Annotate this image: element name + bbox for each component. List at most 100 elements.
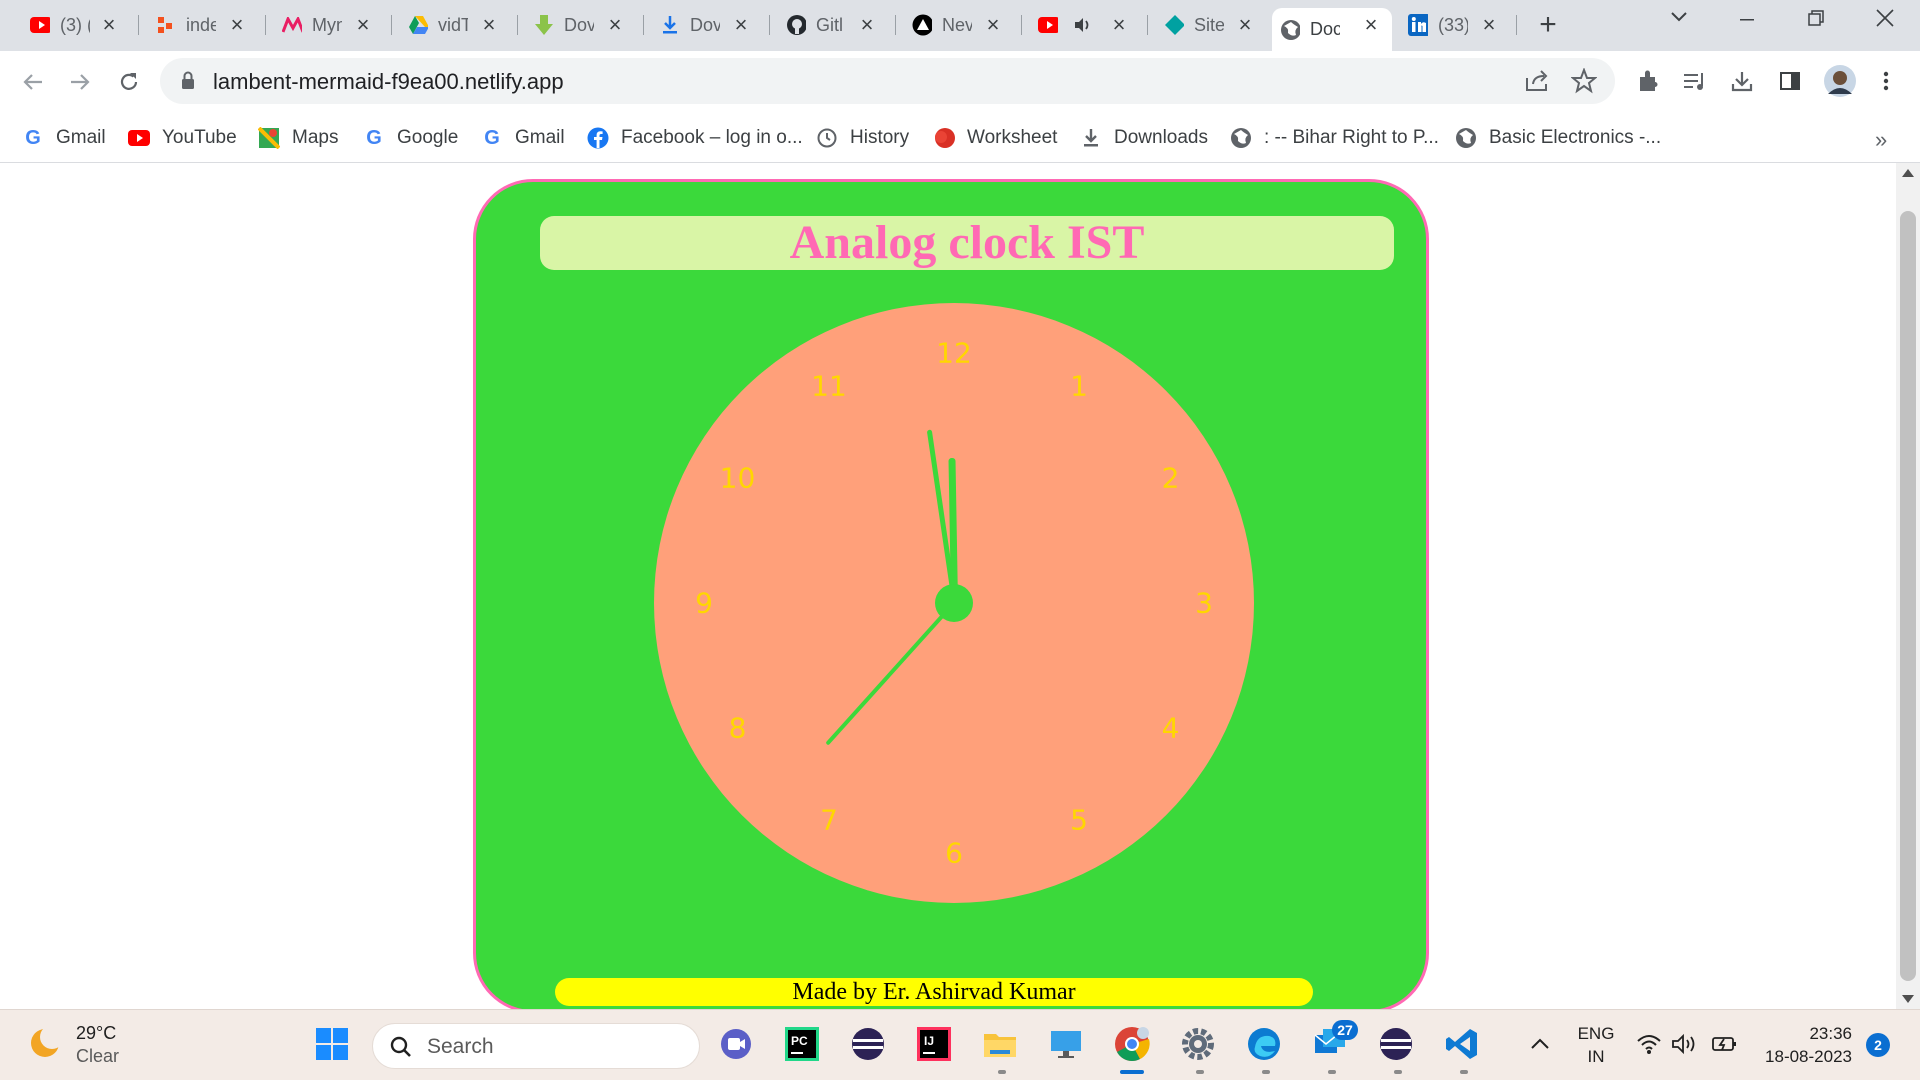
close-tab-icon[interactable]: ×: [730, 14, 752, 36]
language-label: ENG: [1577, 1024, 1615, 1043]
pycharm-icon[interactable]: PC: [782, 1024, 822, 1064]
scrollbar-thumb[interactable]: [1900, 211, 1916, 981]
share-icon[interactable]: [1524, 68, 1550, 94]
windows-start-icon[interactable]: [312, 1024, 352, 1064]
close-tab-icon[interactable]: ×: [1108, 14, 1130, 36]
bookmark-gmail-2[interactable]: G Gmail: [481, 123, 564, 153]
globe-icon: [1455, 127, 1477, 149]
menu-icon[interactable]: [1870, 65, 1902, 97]
tab-separator: [517, 15, 518, 35]
tab-search-icon[interactable]: [1664, 6, 1694, 29]
restore-button[interactable]: [1801, 8, 1831, 34]
mail-badge: 27: [1332, 1020, 1358, 1040]
close-tab-icon[interactable]: ×: [98, 14, 120, 36]
download-icon[interactable]: [1726, 65, 1758, 97]
bookmark-gmail[interactable]: G Gmail: [22, 123, 105, 153]
new-tab-button[interactable]: +: [1533, 10, 1563, 40]
intellij-icon[interactable]: IJ: [914, 1024, 954, 1064]
tab-separator: [769, 15, 770, 35]
bookmark-history[interactable]: History: [816, 123, 909, 153]
speaker-icon[interactable]: [1072, 15, 1092, 35]
back-button[interactable]: [16, 65, 50, 99]
chrome-icon[interactable]: [1112, 1024, 1152, 1064]
bookmark-worksheet[interactable]: Worksheet: [933, 123, 1057, 153]
forward-button[interactable]: [63, 65, 97, 99]
scroll-down-icon[interactable]: [1902, 995, 1914, 1003]
url-text[interactable]: lambent-mermaid-f9ea00.netlify.app: [213, 69, 564, 95]
file-explorer-icon[interactable]: [980, 1024, 1020, 1064]
star-icon[interactable]: [1570, 67, 1598, 94]
browser-tab[interactable]: (33) ×: [1400, 8, 1510, 42]
minimize-button[interactable]: [1732, 8, 1762, 34]
desktop-icon[interactable]: [1046, 1024, 1086, 1064]
chevron-up-icon[interactable]: [1520, 1024, 1560, 1064]
browser-tab[interactable]: Dov ×: [526, 8, 636, 42]
settings-icon[interactable]: [1178, 1024, 1218, 1064]
edge-icon[interactable]: [1244, 1024, 1284, 1064]
eclipse-icon[interactable]: [848, 1024, 888, 1064]
bookmark-youtube[interactable]: YouTube: [128, 123, 237, 153]
tab-title: vidT: [438, 14, 468, 35]
close-tab-icon[interactable]: ×: [1360, 14, 1382, 36]
tab-separator: [1021, 15, 1022, 35]
extensions-icon[interactable]: [1632, 65, 1664, 97]
browser-tab[interactable]: Site ×: [1156, 8, 1266, 42]
title-banner: Analog clock IST: [540, 216, 1394, 270]
clock-date: 18-08-2023: [1765, 1047, 1852, 1066]
clock-numeral: 2: [1161, 461, 1180, 495]
browser-tab[interactable]: (3) ( ×: [22, 8, 130, 42]
browser-tab[interactable]: Myn ×: [274, 8, 384, 42]
volume-icon[interactable]: [1670, 1024, 1700, 1064]
lock-icon[interactable]: [180, 71, 196, 96]
tab-separator: [1147, 15, 1148, 35]
language-indicator[interactable]: ENG IN: [1568, 1022, 1624, 1068]
tab-title: Nev: [942, 14, 972, 35]
reload-button[interactable]: [112, 65, 146, 99]
clock-numeral: 7: [820, 803, 838, 836]
close-tab-icon[interactable]: ×: [226, 14, 248, 36]
browser-tab[interactable]: Dov ×: [652, 8, 762, 42]
taskbar-search[interactable]: Search: [372, 1023, 700, 1069]
bookmark-google[interactable]: G Google: [363, 123, 458, 153]
close-window-button[interactable]: [1870, 8, 1900, 34]
close-tab-icon[interactable]: ×: [1234, 14, 1256, 36]
browser-tab[interactable]: inde ×: [148, 8, 258, 42]
google-icon: G: [25, 126, 41, 149]
bookmark-maps[interactable]: Maps: [258, 123, 338, 153]
scroll-up-icon[interactable]: [1902, 169, 1914, 177]
close-tab-icon[interactable]: ×: [352, 14, 374, 36]
chat-icon[interactable]: [716, 1024, 756, 1064]
tab-title: Site: [1194, 14, 1224, 35]
taskbar-clock[interactable]: 23:36 18-08-2023: [1752, 1022, 1852, 1068]
close-tab-icon[interactable]: ×: [604, 14, 626, 36]
close-tab-icon[interactable]: ×: [856, 14, 878, 36]
bookmark-downloads[interactable]: Downloads: [1080, 123, 1208, 153]
bookmark-facebook[interactable]: Facebook – log in o...: [587, 123, 803, 153]
svg-text:PC: PC: [791, 1034, 808, 1048]
bookmark-bihar[interactable]: : -- Bihar Right to P...: [1230, 123, 1439, 153]
browser-tab[interactable]: ×: [1030, 8, 1140, 42]
notification-badge[interactable]: 2: [1866, 1033, 1890, 1057]
browser-tab[interactable]: Gitl ×: [778, 8, 888, 42]
more-bookmarks-icon[interactable]: »: [1875, 127, 1887, 153]
address-bar[interactable]: lambent-mermaid-f9ea00.netlify.app: [160, 58, 1615, 104]
browser-toolbar: lambent-mermaid-f9ea00.netlify.app: [0, 51, 1920, 113]
tab-strip: (3) ( × inde × Myn × vidT × Dov × Dov × …: [0, 0, 1920, 51]
wifi-icon[interactable]: [1634, 1024, 1664, 1064]
eclipse-icon-2[interactable]: [1376, 1024, 1416, 1064]
avatar[interactable]: [1822, 63, 1858, 99]
close-tab-icon[interactable]: ×: [1478, 14, 1500, 36]
second-hand: [825, 601, 956, 746]
weather-widget[interactable]: 29°C Clear: [28, 1022, 119, 1068]
side-panel-icon[interactable]: [1774, 65, 1806, 97]
vscode-icon[interactable]: [1442, 1024, 1482, 1064]
battery-icon[interactable]: [1710, 1024, 1740, 1064]
browser-tab-active[interactable]: Doc ×: [1272, 8, 1392, 51]
vertical-scrollbar[interactable]: [1896, 163, 1920, 1009]
close-tab-icon[interactable]: ×: [478, 14, 500, 36]
media-controls-icon[interactable]: [1679, 65, 1711, 97]
close-tab-icon[interactable]: ×: [982, 14, 1004, 36]
bookmark-basic-electronics[interactable]: Basic Electronics -...: [1455, 123, 1661, 153]
browser-tab[interactable]: Nev ×: [904, 8, 1014, 42]
browser-tab[interactable]: vidT ×: [400, 8, 510, 42]
